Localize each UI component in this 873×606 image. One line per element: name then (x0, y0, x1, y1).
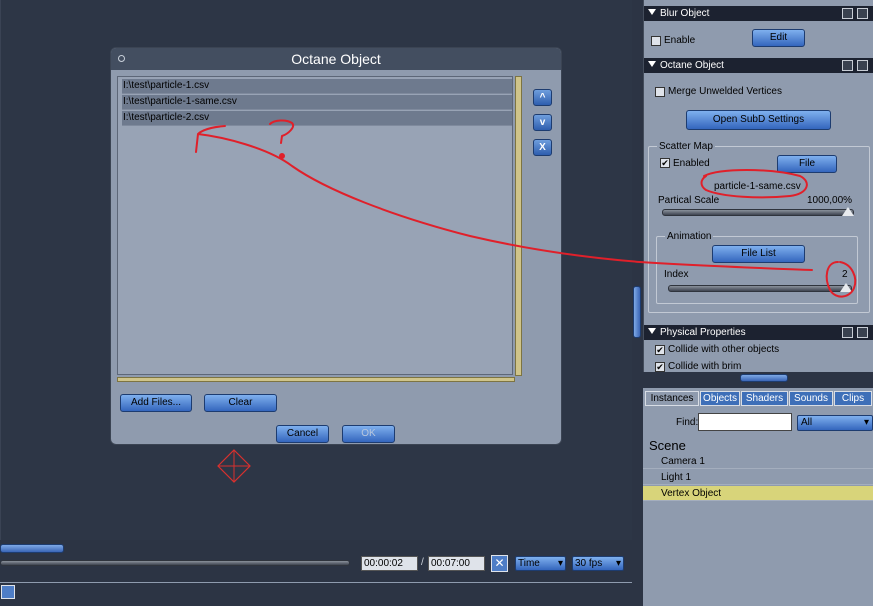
clear-button[interactable]: Clear (204, 394, 277, 412)
delete-icon[interactable] (857, 327, 868, 338)
chevron-down-icon: ▾ (863, 417, 869, 428)
file-list-vertical-scrollbar[interactable] (515, 76, 522, 376)
index-value: 2 (842, 269, 848, 280)
save-icon[interactable] (842, 8, 853, 19)
physical-properties-header[interactable]: Physical Properties (644, 325, 873, 340)
find-input[interactable] (698, 413, 792, 431)
scene-item[interactable]: Light 1 (643, 470, 873, 485)
octane-object-dialog: Octane Object I:\test\particle-1.csv I:\… (110, 47, 562, 445)
scene-title: Scene (649, 438, 686, 453)
timeline-handle[interactable] (0, 544, 64, 553)
blur-edit-button[interactable]: Edit (752, 29, 805, 47)
collide-brim-checkbox[interactable]: ✔ (655, 362, 665, 372)
file-list-button[interactable]: File List (712, 245, 805, 263)
find-label: Find: (676, 417, 699, 428)
octane-object-header[interactable]: Octane Object (644, 58, 873, 73)
loop-toggle-icon[interactable]: ✕ (491, 555, 508, 572)
blur-object-header[interactable]: Blur Object (644, 6, 873, 21)
collide-label: Collide with other objects (668, 344, 780, 355)
merge-unwelded-checkbox[interactable] (655, 87, 665, 97)
section-title: Blur Object (660, 8, 710, 19)
scatter-enabled-label: Enabled (673, 158, 710, 169)
scatter-file-name: particle-1-same.csv (714, 181, 801, 192)
animation-label: Animation (665, 231, 714, 242)
track-icon[interactable] (1, 585, 15, 599)
properties-panel: Blur Object Enable Edit Octane Object Me… (643, 0, 873, 372)
filter-select[interactable]: All ▾ (797, 415, 873, 431)
file-list-horizontal-scrollbar[interactable] (117, 377, 515, 382)
blur-enable-label: Enable (664, 35, 696, 46)
delete-icon[interactable] (857, 8, 868, 19)
file-list-item[interactable]: I:\test\particle-2.csv (122, 111, 512, 126)
file-list[interactable]: I:\test\particle-1.csv I:\test\particle-… (117, 76, 513, 375)
track-area[interactable] (0, 582, 632, 606)
section-title: Physical Properties (660, 327, 746, 338)
time-separator: / (421, 557, 424, 568)
partical-scale-label: Partical Scale (658, 195, 720, 206)
panel-splitter-handle[interactable] (633, 286, 641, 338)
file-list-item[interactable]: I:\test\particle-1.csv (122, 79, 512, 94)
current-time-field[interactable]: 00:00:02 (361, 556, 418, 571)
delete-icon[interactable] (857, 60, 868, 71)
tab-clips[interactable]: Clips (834, 391, 872, 406)
panel-divider[interactable] (643, 372, 873, 384)
vertex-object-gizmo[interactable] (214, 446, 254, 486)
open-subd-settings-button[interactable]: Open SubD Settings (686, 110, 831, 130)
blur-enable-checkbox[interactable] (651, 36, 661, 46)
slider-knob[interactable] (842, 207, 854, 216)
partical-scale-value: 1000,00% (807, 195, 853, 206)
scatter-enabled-checkbox[interactable]: ✔ (660, 158, 670, 168)
timeline-scrubber[interactable] (0, 560, 350, 566)
scatter-map-label: Scatter Map (657, 141, 715, 152)
merge-unwelded-label: Merge Unwelded Vertices (668, 86, 782, 97)
cancel-button[interactable]: Cancel (276, 425, 329, 443)
fps-value: 30 fps (575, 558, 603, 569)
scene-item-selected[interactable]: Vertex Object (643, 486, 873, 501)
index-label: Index (664, 269, 689, 280)
add-files-button[interactable]: Add Files... (120, 394, 192, 412)
collide-brim-label: Collide with brim (668, 361, 742, 372)
ok-button[interactable]: OK (342, 425, 395, 443)
time-mode-value: Time (518, 558, 540, 569)
move-down-button[interactable]: v (533, 114, 552, 131)
grid-line (0, 0, 1, 540)
filter-select-value: All (801, 417, 813, 428)
save-icon[interactable] (842, 60, 853, 71)
tab-shaders[interactable]: Shaders (741, 391, 788, 406)
library-panel: Instances Objects Shaders Sounds Clips F… (643, 388, 873, 606)
tab-sounds[interactable]: Sounds (789, 391, 833, 406)
collapse-arrow-icon[interactable] (648, 61, 656, 67)
slider-knob[interactable] (840, 283, 852, 292)
divider-handle[interactable] (740, 374, 788, 382)
time-mode-select[interactable]: Time ▾ (515, 556, 566, 571)
tab-objects[interactable]: Objects (700, 391, 740, 406)
fps-select[interactable]: 30 fps ▾ (572, 556, 624, 571)
total-time-field[interactable]: 00:07:00 (428, 556, 485, 571)
collapse-arrow-icon[interactable] (648, 9, 656, 15)
scene-item[interactable]: Camera 1 (643, 454, 873, 469)
timeline-bar: 00:00:02 / 00:07:00 ✕ Time ▾ 30 fps ▾ (0, 540, 632, 606)
partical-scale-slider[interactable] (662, 207, 854, 216)
clipped-row: ✔ Collide with brim (644, 360, 873, 372)
dialog-close-dot-icon[interactable] (118, 55, 125, 62)
remove-file-button[interactable]: X (533, 139, 552, 156)
index-slider[interactable] (668, 283, 852, 292)
chevron-down-icon: ▾ (615, 558, 621, 569)
section-title: Octane Object (660, 60, 724, 71)
dialog-title: Octane Object (291, 51, 381, 67)
scatter-file-button[interactable]: File (777, 155, 837, 173)
collide-checkbox[interactable]: ✔ (655, 345, 665, 355)
dialog-titlebar[interactable]: Octane Object (111, 48, 561, 70)
save-icon[interactable] (842, 327, 853, 338)
chevron-down-icon: ▾ (557, 558, 563, 569)
move-up-button[interactable]: ^ (533, 89, 552, 106)
file-list-item[interactable]: I:\test\particle-1-same.csv (122, 95, 512, 110)
tab-instances[interactable]: Instances (645, 391, 699, 406)
collapse-arrow-icon[interactable] (648, 328, 656, 334)
